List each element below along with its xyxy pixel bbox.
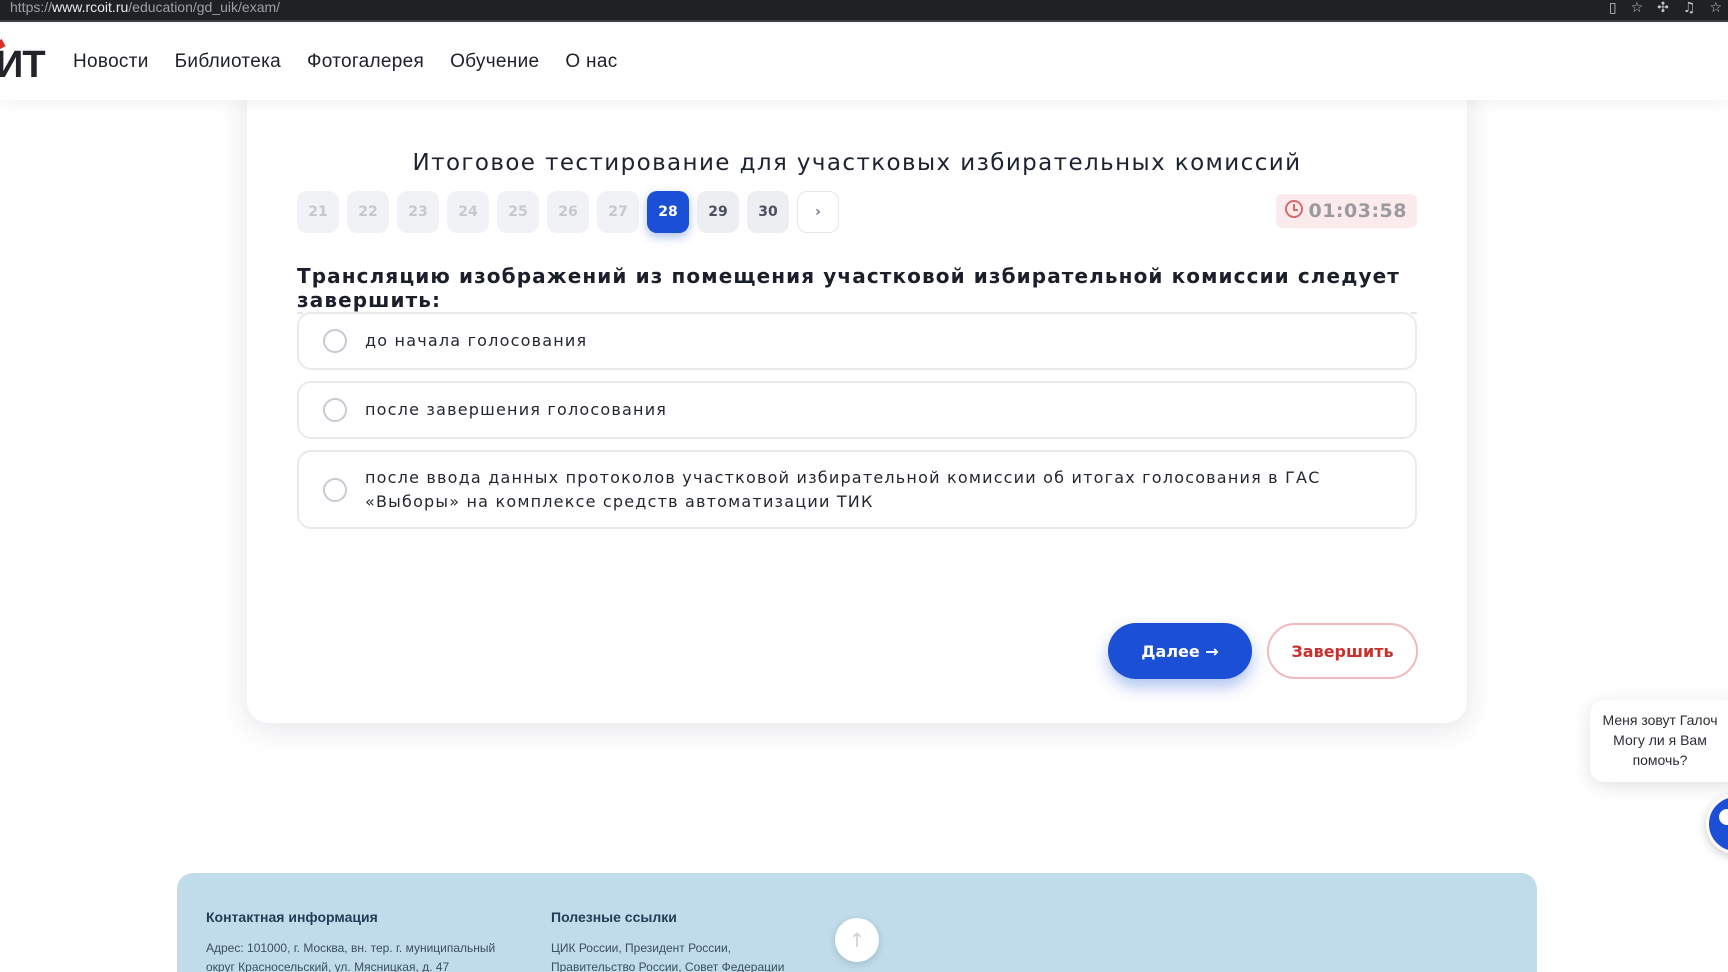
question-pager: 21 22 23 24 25 26 27 28 29 30 › — [297, 191, 839, 233]
radio-button[interactable] — [323, 477, 347, 502]
answer-option-2[interactable]: после завершения голосования — [297, 381, 1417, 439]
page-button-29[interactable]: 29 — [697, 191, 739, 233]
chat-greeting-line: Меня зовут Галоч — [1602, 712, 1718, 728]
chat-greeting-line: Могу ли я Вам — [1613, 732, 1707, 748]
footer-link-line[interactable]: ЦИК России, Президент России, — [551, 941, 731, 955]
nav-education[interactable]: Обучение — [450, 51, 539, 73]
nav-about[interactable]: О нас — [565, 51, 617, 73]
exam-card: Итоговое тестирование для участковых изб… — [247, 80, 1467, 723]
answer-option-1[interactable]: до начала голосования — [297, 312, 1417, 370]
url-path: /education/gd_uik/exam/ — [128, 0, 281, 15]
footer-contacts-text: Адрес: 101000, г. Москва, вн. тер. г. му… — [206, 939, 495, 972]
page-button-21[interactable]: 21 — [297, 191, 339, 233]
star-icon[interactable]: ☆ — [1631, 1, 1644, 15]
next-button[interactable]: Далее → — [1108, 623, 1252, 679]
extensions-icon[interactable]: ✣ — [1657, 1, 1669, 15]
footer-link-line[interactable]: Правительство России, Совет Федерации — [551, 960, 784, 972]
scroll-to-top-button[interactable]: ↑ — [835, 918, 879, 962]
footer-address-line: округ Красносельский, ул. Мясницкая, д. … — [206, 960, 450, 972]
nav-news[interactable]: Новости — [73, 51, 149, 73]
site-header: ИТ Новости Библиотека Фотогалерея Обучен… — [0, 24, 1728, 100]
nav-library[interactable]: Библиотека — [175, 51, 281, 73]
url-prefix: https:// — [10, 0, 53, 15]
answer-option-line: после ввода данных протоколов участковой… — [365, 467, 1321, 487]
footer-links-text: ЦИК России, Президент России, Правительс… — [551, 939, 784, 972]
footer-links-title: Полезные ссылки — [551, 909, 677, 925]
browser-toolbar: https://www.rcoit.ru/education/gd_uik/ex… — [0, 0, 1728, 22]
pager-next-button[interactable]: › — [797, 191, 839, 233]
site-logo[interactable]: ИТ — [0, 44, 46, 87]
clock-icon — [1285, 200, 1304, 218]
page-button-25[interactable]: 25 — [497, 191, 539, 233]
answer-option-label: до начала голосования — [365, 331, 588, 350]
answer-option-label: после завершения голосования — [365, 400, 668, 419]
reader-icon[interactable]: ▯ — [1609, 1, 1617, 15]
answer-option-3[interactable]: после ввода данных протоколов участковой… — [297, 450, 1417, 529]
page-button-26[interactable]: 26 — [547, 191, 589, 233]
page-button-30[interactable]: 30 — [747, 191, 789, 233]
exam-timer: 01:03:58 — [1276, 194, 1417, 228]
main-nav: Новости Библиотека Фотогалерея Обучение … — [73, 24, 618, 100]
page-button-28-current[interactable]: 28 — [647, 191, 689, 233]
page-button-27[interactable]: 27 — [597, 191, 639, 233]
page: https://www.rcoit.ru/education/gd_uik/ex… — [0, 0, 1728, 972]
finish-button[interactable]: Завершить — [1267, 623, 1418, 679]
chat-greeting-line: помочь? — [1632, 752, 1688, 768]
answer-option-label: после ввода данных протоколов участковой… — [365, 466, 1321, 514]
chat-greeting-bubble[interactable]: Меня зовут Галоч Могу ли я Вам помочь? — [1590, 700, 1728, 782]
chat-avatar-icon[interactable] — [1706, 794, 1728, 854]
page-button-23[interactable]: 23 — [397, 191, 439, 233]
question-text: Трансляцию изображений из помещения учас… — [297, 264, 1400, 312]
footer-contacts-title: Контактная информация — [206, 909, 378, 925]
page-button-24[interactable]: 24 — [447, 191, 489, 233]
favorites-icon[interactable]: ☆ — [1709, 1, 1722, 15]
browser-icons: ▯ ☆ ✣ ♫ ☆ — [1609, 0, 1722, 16]
address-bar[interactable]: https://www.rcoit.ru/education/gd_uik/ex… — [10, 0, 280, 20]
nav-gallery[interactable]: Фотогалерея — [307, 51, 424, 73]
exam-title: Итоговое тестирование для участковых изб… — [412, 150, 1302, 176]
timer-value: 01:03:58 — [1308, 200, 1407, 222]
radio-button[interactable] — [323, 329, 347, 353]
page-button-22[interactable]: 22 — [347, 191, 389, 233]
url-host: www.rcoit.ru — [52, 0, 129, 15]
footer-address-line: Адрес: 101000, г. Москва, вн. тер. г. му… — [206, 941, 496, 955]
profile-icon[interactable]: ♫ — [1683, 1, 1696, 15]
site-footer: Контактная информация Адрес: 101000, г. … — [177, 873, 1537, 972]
answer-option-line: «Выборы» на комплексе средств автоматиза… — [365, 491, 874, 511]
radio-button[interactable] — [323, 398, 347, 422]
